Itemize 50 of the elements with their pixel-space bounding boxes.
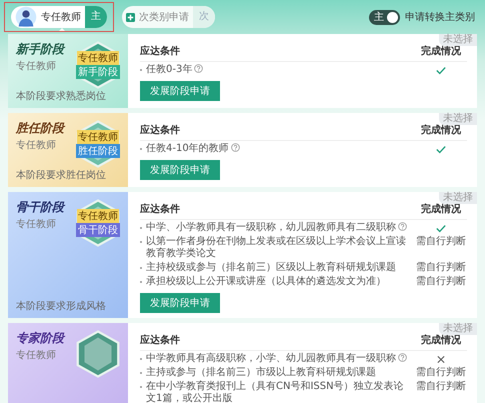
condition-text: 任教0-3年 — [146, 64, 411, 76]
status-text: 需自行判断 — [416, 236, 466, 249]
status-text: 需自行判断 — [416, 276, 466, 288]
toggle-switch[interactable]: 主 — [369, 10, 400, 24]
switch-label: 申请转换主类别 — [405, 10, 475, 24]
condition-text: 中学教师具有高级职称，小学、幼儿园教师具有一级职称 — [146, 353, 411, 365]
plus-icon — [126, 12, 135, 22]
category-tab[interactable]: 次类别申请 次 — [122, 6, 215, 28]
status-text: 需自行判断 — [416, 262, 466, 274]
column-header: 完成情况 — [420, 46, 462, 58]
condition-text: 中学、小学教师具有一级职称，幼儿园教师具有二级职称 — [146, 222, 411, 234]
stage-description: 本阶段要求形成风格 — [16, 300, 107, 313]
condition-text: 主持或参与（排名前三）市级以上教育科研规划课题 — [146, 367, 377, 379]
column-header: 应达条件 — [140, 335, 180, 347]
status-text: 需自行判断 — [416, 367, 466, 379]
apply-button[interactable]: 发展阶段申请 — [140, 81, 220, 101]
stage-description: 本阶段要求胜任岗位 — [16, 168, 107, 182]
condition-text: 在中小学教育类报刊上（具有CN号和ISSN号）独立发表论文1篇，或公开出版 — [146, 381, 405, 403]
apply-button[interactable]: 发展阶段申请 — [140, 160, 220, 180]
condition-text: 主持校级或参与（排名前三）区级以上教育科研规划课题 — [146, 262, 397, 274]
column-header: 完成情况 — [420, 125, 462, 137]
status-text: 需自行判断 — [416, 381, 466, 394]
stage-subtitle: 专任教师 — [16, 60, 57, 73]
stage-title: 专家阶段 — [16, 330, 66, 347]
condition-text: 以第一作者身份在刊物上发表或在区级以上学术会议上宣读教育教学类论文 — [146, 236, 407, 260]
stage-title: 骨干阶段 — [16, 199, 66, 216]
stage-title: 胜任阶段 — [16, 120, 66, 137]
unselected-tag: 未选择 — [439, 192, 477, 204]
column-header: 应达条件 — [140, 204, 180, 216]
check-icon — [436, 224, 446, 233]
stage-title: 新手阶段 — [16, 41, 66, 58]
stage-description: 本阶段要求熟悉岗位 — [16, 90, 107, 103]
column-header: 应达条件 — [140, 125, 180, 137]
unselected-tag: 未选择 — [439, 323, 477, 335]
apply-button[interactable]: 发展阶段申请 — [140, 293, 220, 313]
check-icon — [436, 66, 446, 75]
check-icon — [436, 145, 446, 154]
stage-subtitle: 专任教师 — [16, 348, 57, 362]
stage-subtitle: 专任教师 — [16, 138, 57, 152]
condition-text: 任教4-10年的教师 — [146, 143, 411, 155]
column-header: 完成情况 — [420, 335, 462, 347]
unselected-tag: 未选择 — [439, 34, 477, 46]
teacher-avatar-icon — [15, 6, 37, 28]
category-tab[interactable]: 专任教师 主 — [11, 6, 107, 28]
stage-subtitle: 专任教师 — [16, 218, 57, 231]
column-header: 完成情况 — [420, 204, 462, 216]
cross-icon — [436, 355, 446, 364]
condition-text: 承担校级以上公开课或讲座（以具体的遴选发文为准） — [146, 276, 387, 288]
column-header: 应达条件 — [140, 46, 180, 58]
unselected-tag: 未选择 — [439, 113, 477, 125]
